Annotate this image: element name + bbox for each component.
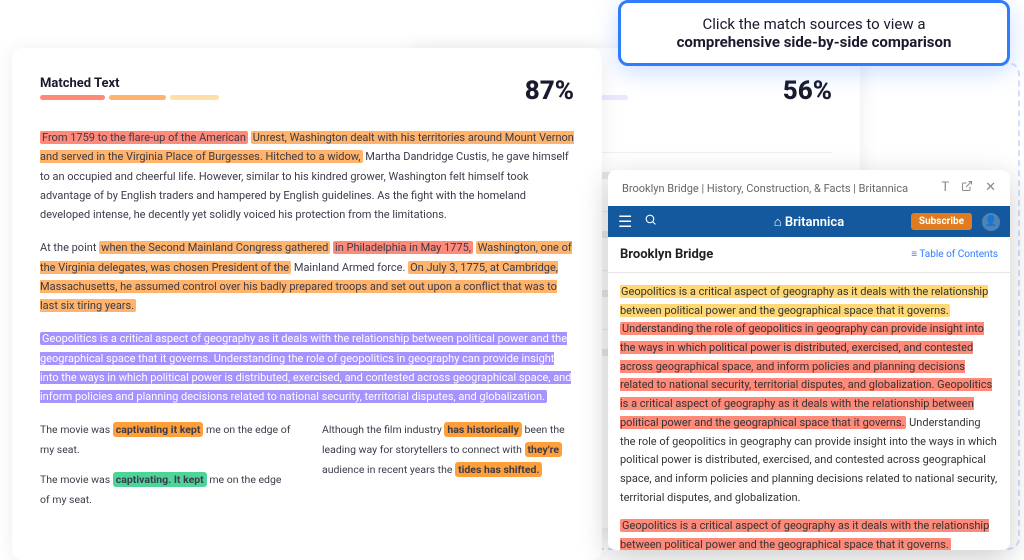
grammar-flag[interactable]: captivating it kept: [113, 422, 204, 437]
plain-text: At the point: [40, 241, 99, 254]
subscribe-button[interactable]: Subscribe: [911, 213, 972, 230]
source-compare-popover: Brooklyn Bridge | History, Construction,…: [608, 170, 1010, 550]
matched-panel-title: Matched Text: [40, 76, 230, 91]
highlight-red[interactable]: From 1759 to the flare-up of the America…: [40, 131, 248, 144]
grammar-flag[interactable]: tides has shifted.: [455, 462, 542, 477]
ai-percent: 56%: [783, 76, 832, 106]
source-breadcrumb: Brooklyn Bridge | History, Construction,…: [622, 182, 908, 195]
toc-link[interactable]: ≡ Table of Contents: [911, 249, 998, 260]
highlight-red[interactable]: in Philadelphia in May 1775,: [333, 241, 473, 254]
highlight-red[interactable]: Geopolitics is a critical aspect of geog…: [620, 519, 989, 550]
open-external-icon[interactable]: [961, 180, 973, 196]
plain-text: The movie was: [40, 423, 113, 436]
text-tool-icon[interactable]: T: [941, 180, 949, 196]
matched-text-panel: Matched Text 87% From 1759 to the flare-…: [12, 48, 602, 560]
matched-score-bar: [40, 95, 230, 100]
user-avatar-icon[interactable]: 👤: [982, 213, 1000, 231]
grammar-flag[interactable]: has historically: [444, 422, 521, 437]
plain-text: The movie was: [40, 473, 113, 486]
matched-percent: 87%: [525, 76, 574, 106]
highlight-orange[interactable]: when the Second Mainland Congress gather…: [99, 241, 330, 254]
plain-text: Mainland Armed force.: [294, 261, 408, 274]
callout-line1: Click the match sources to view a: [641, 15, 987, 33]
plain-text: audience in recent years the: [322, 463, 455, 476]
plain-text: Although the film industry: [322, 423, 444, 436]
search-icon[interactable]: [644, 213, 657, 230]
essay-body: From 1759 to the flare-up of the America…: [40, 128, 574, 520]
article-body: Geopolitics is a critical aspect of geog…: [608, 273, 1010, 550]
highlight-yellow[interactable]: Geopolitics is a critical aspect of geog…: [620, 285, 988, 317]
grammar-flag[interactable]: they're: [525, 442, 563, 457]
instruction-callout: Click the match sources to view a compre…: [618, 0, 1010, 66]
site-logo[interactable]: ⌂ Britannica: [774, 214, 844, 230]
highlight-purple[interactable]: Geopolitics is a critical aspect of geog…: [40, 332, 571, 403]
highlight-red[interactable]: Understanding the role of geopolitics in…: [620, 322, 992, 428]
close-icon[interactable]: ✕: [985, 180, 996, 196]
grammar-fixed[interactable]: captivating. It kept: [113, 472, 207, 487]
hamburger-icon[interactable]: ☰: [618, 212, 632, 231]
callout-line2: comprehensive side-by-side comparison: [677, 33, 952, 51]
article-title: Brooklyn Bridge: [620, 247, 713, 262]
